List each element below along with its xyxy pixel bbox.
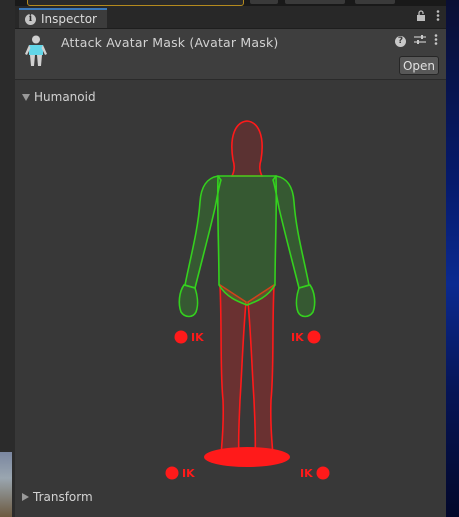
left-hand-part[interactable] [178,284,199,318]
tab-inspector[interactable]: i Inspector [19,8,107,28]
transform-label: Transform [33,490,93,504]
inspector-panel: i Inspector Attack Avatar Mask (Avatar M… [15,6,446,517]
head-part[interactable] [230,120,264,177]
tab-label: Inspector [41,12,97,26]
left-leg-part[interactable] [219,283,247,456]
right-hand-ik-dot[interactable] [307,330,321,344]
right-arm-part[interactable] [272,175,310,290]
body-part[interactable] [216,175,278,306]
toolbar-button[interactable] [355,0,395,4]
left-foot-ik-label: IK [182,467,195,480]
right-foot-ik-label: IK [300,467,313,480]
asset-title: Attack Avatar Mask (Avatar Mask) [61,35,279,50]
lock-icon[interactable] [416,10,426,24]
root-ellipse[interactable] [204,447,290,467]
left-arm-part[interactable] [184,175,222,290]
left-foot-ik-dot[interactable] [165,466,179,480]
inspector-body: Humanoid IK IK IK IK Transform [15,80,446,517]
right-hand-part[interactable] [295,284,316,318]
more-vert-icon[interactable] [434,34,438,48]
toolbar-button[interactable] [285,0,345,4]
scene-view-edge [0,0,15,517]
transform-foldout[interactable]: Transform [22,490,93,504]
foldout-collapsed-icon [22,493,29,501]
right-foot-ik-dot[interactable] [316,466,330,480]
tab-bar: i Inspector [15,6,446,29]
scene-thumbnail [0,452,12,517]
open-button[interactable]: Open [399,56,439,75]
more-vert-icon[interactable] [436,10,440,24]
game-view-edge [446,0,459,517]
avatar-body-map: IK IK IK IK [165,120,330,480]
right-hand-ik-label: IK [291,331,304,344]
info-icon: i [25,13,36,25]
sliders-icon[interactable] [414,34,426,48]
avatar-mask-icon [23,35,49,67]
help-icon[interactable]: ? [395,35,406,47]
toolbar-button[interactable] [250,0,278,4]
left-hand-ik-label: IK [191,331,204,344]
left-hand-ik-dot[interactable] [174,330,188,344]
asset-header: Attack Avatar Mask (Avatar Mask) ? Open [15,29,446,80]
right-leg-part[interactable] [247,283,275,456]
